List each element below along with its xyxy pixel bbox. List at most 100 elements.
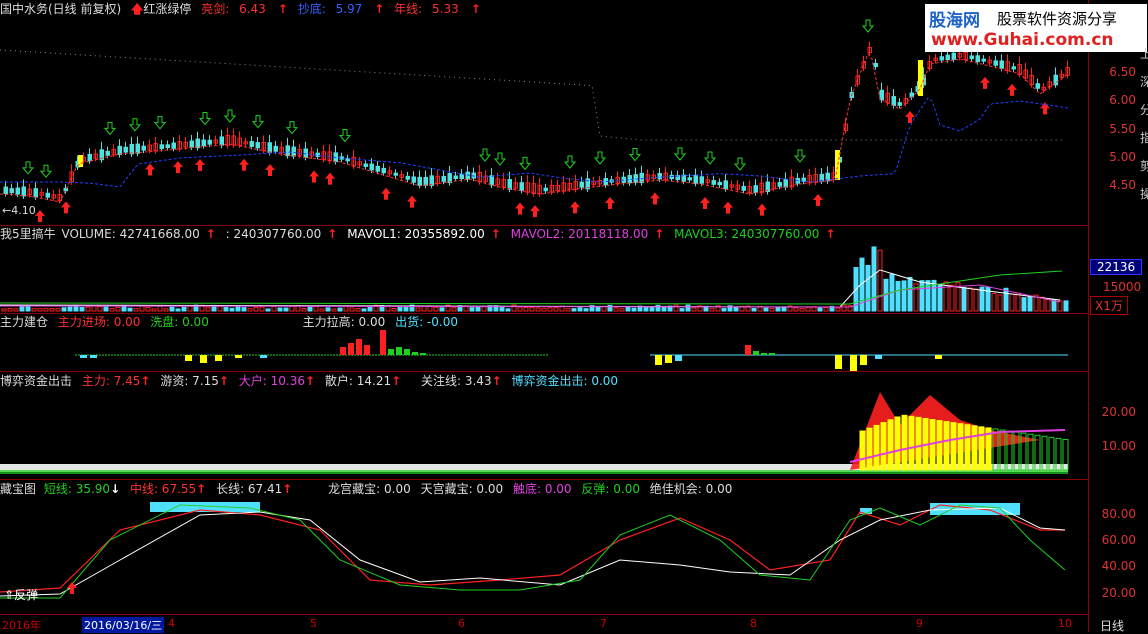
capital-bar: [957, 423, 964, 471]
candle-body: [159, 144, 164, 150]
volume-bar: [769, 308, 775, 312]
sell-signal-arrow-icon: [21, 161, 35, 175]
pull-up-bar: [420, 353, 426, 355]
candle-body: [723, 180, 728, 190]
sell-signal-arrow-icon: [338, 129, 352, 143]
buy-signal-arrow-icon: [325, 172, 335, 185]
volume-bar: [37, 308, 43, 312]
x-axis-date-cursor[interactable]: 2016/03/16/三: [82, 617, 165, 633]
volume-bar: [133, 308, 139, 312]
pull-up-bar: [364, 345, 370, 355]
pull-up-bar: [348, 343, 354, 355]
volume-bar: [283, 307, 289, 312]
panel3-title: 主力建仓: [0, 315, 49, 329]
capital-bar: [943, 421, 950, 471]
stock-title[interactable]: 国中水务(日线 前复权): [0, 2, 121, 16]
rebound-arrow-icon: [67, 582, 77, 594]
sell-signal-arrow-icon: [153, 116, 167, 130]
mavol3-value: MAVOL3: 240307760.00: [674, 227, 820, 241]
capital-bar: [901, 414, 908, 471]
candle-body: [873, 62, 878, 68]
candle-body: [981, 58, 986, 62]
volume-bar: [25, 306, 31, 312]
buy-signal-arrow-icon: [265, 164, 275, 176]
x-axis-month: 8: [750, 617, 757, 630]
rebound-marker: ⇑反弹: [4, 588, 39, 602]
volume-bar: [763, 307, 769, 312]
volume-bar: [13, 308, 19, 312]
candle-body: [405, 175, 410, 180]
capital-bar: [964, 424, 971, 471]
volume-bar: [85, 306, 91, 312]
volume-axis-mid: 15000: [1103, 280, 1142, 294]
volume-bar: [967, 287, 973, 312]
volume-bar: [901, 280, 907, 312]
toolbar-item[interactable]: 剪: [1140, 152, 1148, 180]
up-arrow-icon: ↑: [327, 227, 338, 241]
wash-value: 洗盘: 0.00: [150, 315, 209, 329]
volume-bar: [415, 307, 421, 312]
volume-bar: [313, 305, 319, 312]
candle-body: [777, 182, 782, 187]
volume-bar: [205, 307, 211, 312]
volume-bar: [949, 284, 955, 312]
volume-axis-high: 22136: [1090, 259, 1143, 275]
volume-bar: [391, 307, 397, 312]
toolbar-item[interactable]: 上: [1140, 40, 1148, 68]
candle-body: [669, 174, 674, 180]
price-axis-label: 5.50: [1109, 122, 1136, 136]
sell-signal-arrow-icon: [673, 147, 687, 161]
pull-up-bar: [340, 347, 346, 355]
volume-bar: [673, 304, 679, 312]
sell-signal-arrow-icon: [198, 112, 212, 126]
candle-body: [9, 188, 14, 194]
treasure-axis-label: 80.00: [1101, 507, 1136, 521]
candle-body: [255, 142, 260, 149]
buy-signal-arrow-icon: [650, 192, 660, 205]
volume-bar: [1, 308, 7, 312]
volume-bar: [259, 306, 265, 312]
wash-bar: [235, 355, 242, 358]
toolbar-item[interactable]: 操: [1140, 180, 1148, 208]
up-arrow-icon: ↑: [470, 2, 481, 16]
wash-bar: [260, 355, 267, 358]
candle-body: [969, 55, 974, 60]
volume-bar: [751, 307, 757, 312]
up-arrow-icon: ↑: [196, 482, 207, 496]
volume-bar: [661, 306, 667, 312]
volume-bar: [841, 304, 847, 312]
toolbar-item[interactable]: 指: [1140, 124, 1148, 152]
volume-bar: [553, 307, 559, 312]
volume-bar: [79, 307, 85, 312]
buy-signal-arrow-icon: [905, 111, 915, 123]
candle-body: [939, 56, 944, 61]
volume-bar: [595, 306, 601, 312]
volume-bar: [937, 284, 943, 312]
toolbar-item[interactable]: 分: [1140, 96, 1148, 124]
sell-signal-arrow-icon: [478, 148, 492, 162]
volume-bar: [289, 305, 295, 312]
candle-body: [45, 192, 50, 198]
buy-signal-arrow-icon: [1007, 83, 1017, 96]
volume-bar: [895, 280, 901, 312]
capital-bar: [880, 422, 887, 471]
volume-bar: [865, 264, 871, 312]
sell-signal-arrow-icon: [628, 148, 642, 162]
period-label[interactable]: 日线: [1100, 617, 1124, 634]
volume-bar: [19, 306, 25, 312]
year-line: [0, 49, 1064, 141]
candle-body: [117, 145, 122, 156]
candle-body: [489, 175, 494, 186]
volume-bar: [91, 305, 97, 312]
up-arrow-icon: ↑: [140, 374, 151, 388]
right-toolbar[interactable]: 上 深 分 指 剪 操: [1140, 40, 1148, 208]
volume-bar: [223, 306, 229, 312]
toolbar-item[interactable]: 深: [1140, 68, 1148, 96]
volume-bar: [907, 276, 913, 312]
watermark-logo: 股海网 股票软件资源分享 www.Guhai.com.cn: [925, 4, 1147, 52]
candle-body: [195, 138, 200, 149]
volume-bar: [961, 286, 967, 312]
volume-bar: [331, 308, 337, 312]
sell-signal-arrow-icon: [251, 115, 265, 129]
candle-body: [123, 146, 128, 153]
